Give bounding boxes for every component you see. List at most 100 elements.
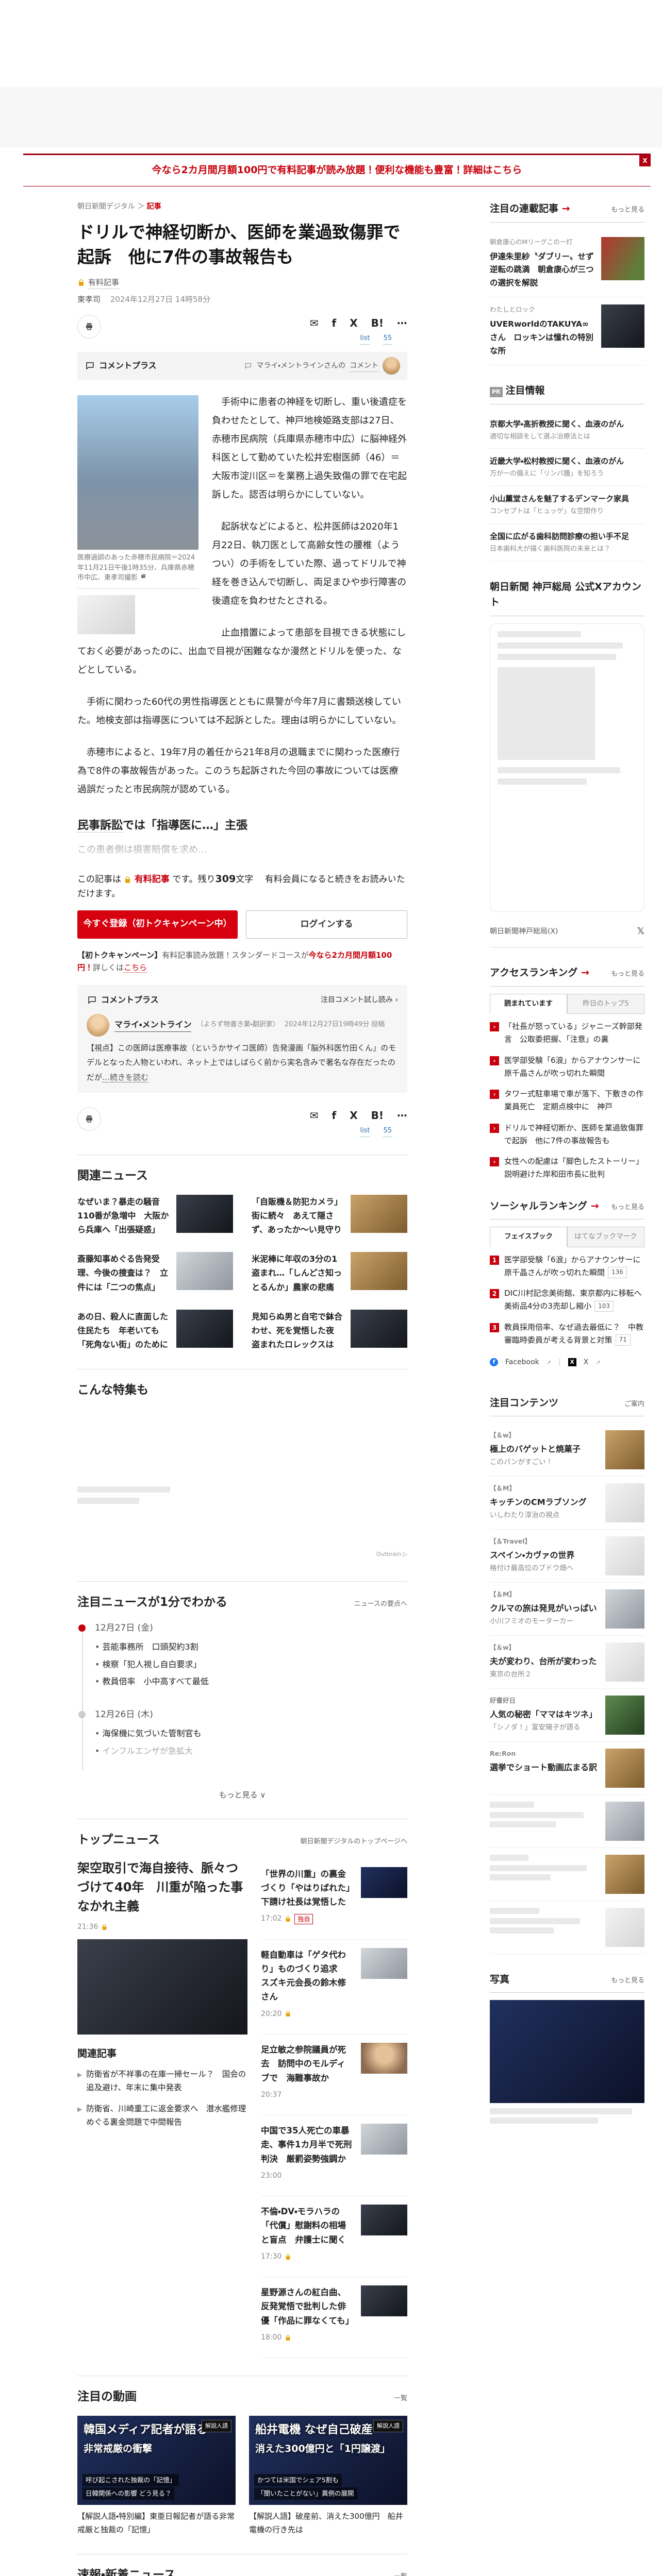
video-thumbnail[interactable]: 解説人語 韓国メディア記者が語る 非常戒厳の衝撃 呼び起こされた独裁の「記憶」 …	[77, 2416, 236, 2505]
ranking-item[interactable]: 2 DIC川村記念美術館、東京都内に移転へ 美術品4分の3売却し縮小 103	[490, 1287, 649, 1313]
ranking-item[interactable]: › タワー式駐車場で車が落下、下敷きの作業員死亡 定期点検中に 神戸	[490, 1088, 644, 1113]
more-link[interactable]: もっと見る	[611, 1202, 644, 1213]
ranking-item-title[interactable]: ドリルで神経切断か、医師を業過致傷罪で起訴 他に7件の事故報告も	[504, 1122, 644, 1147]
content-thumbnail[interactable]	[605, 1536, 644, 1576]
facebook-link[interactable]: Facebook	[505, 1357, 539, 1368]
related-item[interactable]: 米泥棒に年収の3分の1盗まれ…「しんどさ知っとるんか」農家の悲痛	[252, 1252, 407, 1294]
content-item[interactable]: 【＆w】 極上のバゲットと焼菓子 このパンがすごい！	[490, 1423, 644, 1477]
campaign-banner[interactable]: 今なら2カ月間月額100円で有料記事が読み放題！便利な機能も豊富！詳細はこちら …	[23, 154, 651, 187]
mail-icon[interactable]: ✉	[310, 1107, 319, 1124]
top-news-item-thumbnail[interactable]	[361, 2285, 407, 2317]
content-category[interactable]: 【＆w】	[490, 1430, 581, 1440]
top-page-link[interactable]: 朝日新聞デジタルのトップページへ	[301, 1837, 407, 1848]
top-news-item-title[interactable]: 星野源さんの紅白曲、反発覚悟で批判した俳優「作品に罪なくても」	[261, 2285, 354, 2328]
related-item-title[interactable]: なぜいま？暴走の騒音110番が急増中 大阪から兵庫へ「出張疑惑」	[77, 1195, 169, 1237]
hatena-count[interactable]: 55	[383, 333, 392, 345]
digest-thumbnail[interactable]	[309, 1621, 407, 1687]
related-item-thumbnail[interactable]	[351, 1309, 407, 1348]
x-widget-footer[interactable]: 朝日新聞神戸総局(X) 𝕏	[490, 921, 644, 948]
guide-link[interactable]: ご案内	[624, 1399, 644, 1410]
digest-headline[interactable]: 海保機に気づいた管制官も	[95, 1727, 202, 1740]
tab-being-read[interactable]: 読まれています	[490, 993, 567, 1014]
related-item-title[interactable]: 見知らぬ男と自宅で鉢合わせ、死を覚悟した夜 盗まれたロレックスは	[252, 1310, 343, 1352]
ranking-item-title[interactable]: 医学部受験「6浪」からアナウンサーに 原千晶さんが吹っ切れた瞬間	[504, 1054, 649, 1080]
content-thumbnail[interactable]	[605, 1696, 644, 1735]
content-thumbnail[interactable]	[605, 1642, 644, 1682]
content-category[interactable]: 【＆M】	[490, 1589, 597, 1600]
tab-hatena[interactable]: はてなブックマーク	[567, 1227, 644, 1247]
digest-thumbnail[interactable]	[309, 1708, 407, 1773]
top-news-item[interactable]: 軽自動車は「ゲタ代わり」ものづくり追求 スズキ元会長の鈴木修さん 20:20	[261, 1940, 407, 2035]
top-news-item-thumbnail[interactable]	[361, 2205, 407, 2236]
share-list-link[interactable]: list	[360, 333, 370, 345]
ranking-item-title[interactable]: 「社長が怒っている」ジャニーズ幹部発言 公取委把握、「注意」の裏	[504, 1020, 644, 1046]
related-article-title[interactable]: 防衛省が不祥事の在庫一掃セール？ 国会の追及避け、年末に集中発表	[86, 2067, 247, 2095]
related-item-thumbnail[interactable]	[351, 1252, 407, 1291]
related-item[interactable]: 「自販機＆防犯カメラ」街に続々 あえて隠さず、あったか〜い見守り	[252, 1194, 407, 1237]
video-card[interactable]: 解説人語 船井電機 なぜ自己破産 消えた300億円と「1円譲渡」 かつては米国で…	[249, 2416, 407, 2536]
video-thumbnail[interactable]: 解説人語 船井電機 なぜ自己破産 消えた300億円と「1円譲渡」 かつては米国で…	[249, 2416, 407, 2505]
top-news-item-thumbnail[interactable]	[361, 1867, 407, 1898]
series-category[interactable]: 朝倉康心のMリーグこの一打	[490, 237, 596, 247]
print-button[interactable]	[77, 315, 101, 339]
content-item[interactable]: 【＆M】 クルマの旅は発見がいっぱい 小川フミオのモーターカー	[490, 1583, 644, 1636]
digest-link[interactable]: ニュースの要点へ	[354, 1599, 407, 1610]
digest-headline[interactable]: インフルエンザが急拡大	[95, 1744, 202, 1758]
commenter-link[interactable]: コメント	[350, 360, 378, 372]
related-item[interactable]: 斎藤知事めぐる告発受理、今後の捜査は？ 立件には「二つの焦点」	[77, 1252, 233, 1294]
related-article-title[interactable]: 防衛省、川崎重工に返金要求へ 潜水艦修理めぐる裏金問題で中間報告	[86, 2102, 247, 2129]
related-item-title[interactable]: 「自販機＆防犯カメラ」街に続々 あえて隠さず、あったか〜い見守り	[252, 1195, 343, 1237]
series-item[interactable]: 朝倉康心のMリーグこの一打 伊達朱里紗〝ダブリー〟せず逆転の跳満 朝倉康心が三つ…	[490, 230, 644, 298]
content-title[interactable]: 夫が変わり、台所が変わった	[490, 1655, 597, 1668]
print-button[interactable]	[77, 1107, 101, 1131]
content-category[interactable]: 【＆Travel】	[490, 1536, 574, 1547]
subhead-keyword-link[interactable]: 民事訴訟	[77, 819, 123, 833]
ranking-item[interactable]: 3 教員採用倍率、なぜ過去最低に？ 中教審臨時委員が考える背景と対策 71	[490, 1321, 644, 1347]
content-thumbnail[interactable]	[605, 1749, 644, 1788]
ranking-item-title[interactable]: タワー式駐車場で車が落下、下敷きの作業員死亡 定期点検中に 神戸	[504, 1088, 644, 1113]
related-item-thumbnail[interactable]	[351, 1194, 407, 1233]
article-photo-thumbnail[interactable]	[77, 595, 135, 634]
content-title[interactable]: 選挙でショート動画広まる訳	[490, 1761, 597, 1774]
ranking-item-title[interactable]: 教員採用倍率、なぜ過去最低に？ 中教審臨時委員が考える背景と対策 71	[504, 1321, 644, 1347]
commentplus-bar[interactable]: コメントプラス マライ・メントラインさんの コメント	[77, 352, 407, 380]
outbrain-attribution[interactable]: Outbrain ▷	[376, 1550, 407, 1559]
series-item[interactable]: わたしとロック UVERworldのTAKUYA∞さん ロッキンは憧れの特別な所	[490, 297, 644, 366]
pr-item-title[interactable]: 小山薫堂さんを魅了するデンマーク家具	[490, 493, 644, 505]
pr-item[interactable]: 京都大学・髙折教授に聞く、血液のがん 適切な相談をして選ぶ治療法とは	[490, 412, 644, 449]
ranking-item[interactable]: 1 医学部受験「6浪」からアナウンサーに 原千晶さんが吹っ切れた瞬間 136	[490, 1253, 649, 1279]
hatena-icon[interactable]: B!	[371, 315, 384, 331]
paid-article-label[interactable]: 有料記事	[88, 276, 120, 290]
share-list-link[interactable]: list	[360, 1126, 370, 1137]
top-news-item[interactable]: 「世界の川重」の裏金づくり「やはりばれた」下請け社長は覚悟した 17:02 独自	[261, 1859, 407, 1940]
register-button[interactable]: 今すぐ登録（初トクキャンペーン中）	[77, 910, 238, 939]
related-item-title[interactable]: 斎藤知事めぐる告発受理、今後の捜査は？ 立件には「二つの焦点」	[77, 1252, 169, 1294]
facebook-icon[interactable]: f	[332, 315, 337, 331]
ranking-item-title[interactable]: 医学部受験「6浪」からアナウンサーに 原千晶さんが吹っ切れた瞬間 136	[504, 1253, 649, 1279]
campaign-detail-link[interactable]: こちら	[124, 963, 147, 973]
content-item[interactable]: 【＆M】 キッチンのCMラブソング いしわたり淳治の視点	[490, 1477, 644, 1530]
top-news-item-thumbnail[interactable]	[361, 2124, 407, 2155]
content-category[interactable]: 【＆M】	[490, 1483, 587, 1494]
top-news-item-title[interactable]: 不倫・DV・モラハラの「代償」慰謝料の相場と盲点 弁護士に聞く	[261, 2205, 353, 2247]
top-news-item[interactable]: 中国で35人死亡の車暴走、事件1カ月半で死刑判決 厳罰姿勢強調か 23:00	[261, 2115, 407, 2197]
series-category[interactable]: わたしとロック	[490, 304, 596, 315]
series-title[interactable]: 伊達朱里紗〝ダブリー〟せず逆転の跳満 朝倉康心が三つの選択を解説	[490, 250, 596, 290]
more-link[interactable]: もっと見る	[611, 969, 644, 980]
x-icon[interactable]: X	[350, 315, 357, 331]
more-link[interactable]: もっと見る	[611, 205, 644, 216]
pr-item-title[interactable]: 近畿大学・松村教授に聞く、血液のがん	[490, 455, 644, 467]
digest-more-link[interactable]: もっと見る ∨	[77, 1789, 407, 1801]
ranking-item[interactable]: › ドリルで神経切断か、医師を業過致傷罪で起訴 他に7件の事故報告も	[490, 1122, 644, 1147]
x-timeline-widget[interactable]	[490, 623, 644, 912]
campaign-banner-text[interactable]: 今なら2カ月間月額100円で有料記事が読み放題！便利な機能も豊富！詳細はこちら	[152, 164, 522, 176]
ranking-item[interactable]: › 「社長が怒っている」ジャニーズ幹部発言 公取委把握、「注意」の裏	[490, 1020, 644, 1046]
top-news-item[interactable]: 不倫・DV・モラハラの「代償」慰謝料の相場と盲点 弁護士に聞く 17:30	[261, 2196, 407, 2278]
digest-headline[interactable]: 教員倍率 小中高すべて最低	[95, 1675, 209, 1688]
content-item[interactable]: 【＆Travel】 スペイン・カヴァの世界 格付け最高位のブドウ畑へ	[490, 1530, 644, 1583]
more-link[interactable]: もっと見る	[611, 1976, 644, 1987]
breadcrumb-section[interactable]: 記事	[147, 202, 161, 211]
series-thumbnail[interactable]	[601, 304, 644, 348]
content-item[interactable]: 【＆w】 夫が変わり、台所が変わった 東京の台所２	[490, 1636, 644, 1689]
content-title[interactable]: 極上のバゲットと焼菓子	[490, 1443, 581, 1456]
